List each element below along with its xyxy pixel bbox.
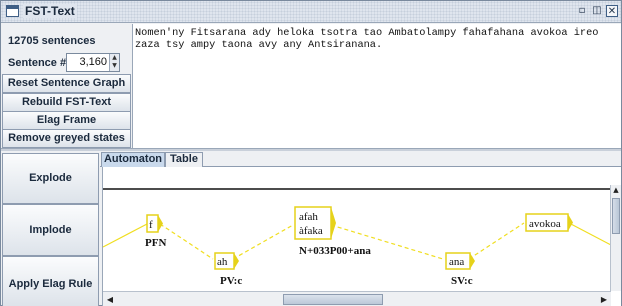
- edge-start-to-f: [103, 223, 148, 248]
- sentence-text-area[interactable]: Nomen'ny Fitsarana ady heloka tsotra tao…: [132, 24, 621, 148]
- tab-table[interactable]: Table: [165, 152, 203, 167]
- state-box[interactable]: ana SV:c: [445, 252, 475, 287]
- fst-text-window: FST-Text ▫ ◫ ✕ 12705 sentences Sentence …: [0, 0, 622, 306]
- sentence-automaton-graph[interactable]: f PFN ah PV:c afah àfaka N+033P00+ana an…: [103, 167, 611, 291]
- minimize-icon[interactable]: ▫: [576, 5, 588, 17]
- box-label: ana: [449, 256, 464, 268]
- scroll-right-icon[interactable]: ▶: [599, 295, 609, 304]
- view-tabs: Automaton Table: [100, 151, 621, 167]
- edge-ah-to-afah: [232, 224, 294, 260]
- box-output: PFN: [145, 237, 166, 249]
- window-title: FST-Text: [23, 4, 77, 18]
- sentence-number-label: Sentence #: [8, 57, 67, 69]
- sentence-count: 12705 sentences: [8, 35, 96, 47]
- box-output: SV:c: [451, 275, 473, 287]
- vertical-scroll-thumb[interactable]: [612, 198, 620, 234]
- box-output: PV:c: [220, 275, 242, 287]
- sentence-panel: 12705 sentences Sentence # 3,160 ▲ ▼ Res…: [2, 24, 131, 148]
- implode-button[interactable]: Implode: [2, 204, 99, 256]
- rebuild-fst-text-button[interactable]: Rebuild FST-Text: [2, 93, 131, 112]
- spinner-down-icon[interactable]: ▼: [109, 62, 119, 71]
- automaton-svg: f PFN ah PV:c afah àfaka N+033P00+ana an…: [103, 188, 611, 287]
- box-label: afah: [299, 211, 318, 223]
- state-box[interactable]: f PFN: [145, 214, 166, 249]
- automaton-panel: f PFN ah PV:c afah àfaka N+033P00+ana an…: [102, 167, 621, 306]
- vertical-scrollbar[interactable]: ▲: [610, 185, 621, 291]
- box-label: f: [149, 219, 153, 231]
- elag-frame-button[interactable]: Elag Frame: [2, 111, 131, 130]
- edge-ana-to-avokoa: [468, 222, 525, 260]
- scroll-up-icon[interactable]: ▲: [611, 185, 621, 196]
- box-label: àfaka: [299, 225, 323, 237]
- title-bar[interactable]: FST-Text ▫ ◫ ✕: [1, 1, 621, 23]
- sentence-number-value[interactable]: 3,160: [79, 56, 107, 68]
- edge-f-to-ah: [159, 223, 214, 260]
- box-label: ah: [217, 256, 228, 268]
- maximize-icon[interactable]: ◫: [591, 5, 603, 17]
- state-box[interactable]: afah àfaka N+033P00+ana: [294, 206, 371, 257]
- reset-sentence-graph-button[interactable]: Reset Sentence Graph: [2, 74, 131, 93]
- remove-greyed-states-button[interactable]: Remove greyed states: [2, 129, 131, 148]
- tab-automaton[interactable]: Automaton: [101, 152, 165, 167]
- window-icon: [6, 5, 19, 17]
- explode-button[interactable]: Explode: [2, 153, 99, 204]
- horizontal-scroll-thumb[interactable]: [283, 294, 383, 305]
- edge-avokoa-out: [568, 222, 611, 246]
- sentence-number-spinner[interactable]: 3,160 ▲ ▼: [66, 53, 120, 72]
- box-output: N+033P00+ana: [299, 245, 371, 257]
- apply-elag-rule-button[interactable]: Apply Elag Rule: [2, 256, 99, 306]
- box-label: avokoa: [529, 218, 561, 230]
- scroll-left-icon[interactable]: ◀: [105, 295, 115, 304]
- horizontal-scrollbar[interactable]: ◀ ▶: [103, 291, 611, 306]
- state-box[interactable]: avokoa: [525, 213, 573, 232]
- state-box[interactable]: ah PV:c: [214, 252, 242, 287]
- close-icon[interactable]: ✕: [606, 5, 618, 17]
